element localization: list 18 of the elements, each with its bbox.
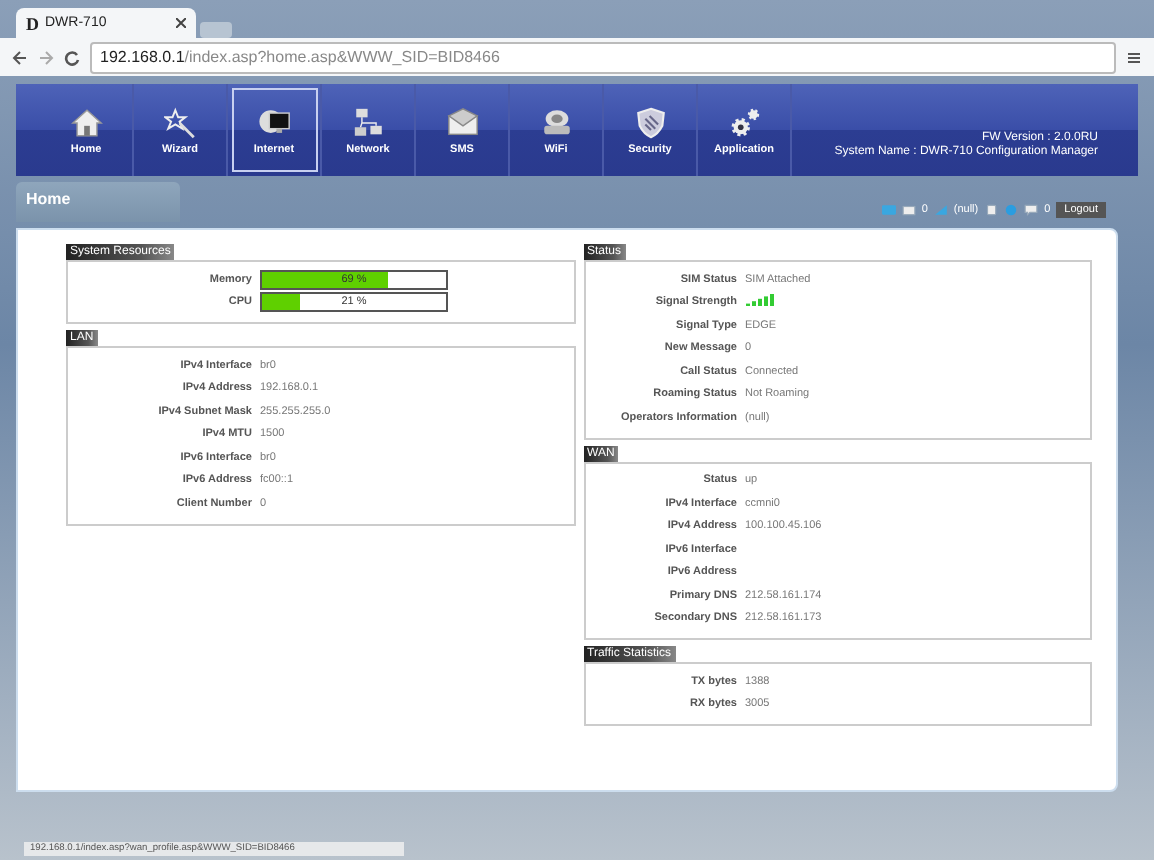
shield-icon <box>633 105 667 139</box>
address-field[interactable]: 192.168.0.1/index.asp?home.asp&WWW_SID=BID8466 <box>90 41 1116 73</box>
reload-icon[interactable] <box>64 49 80 65</box>
back-icon[interactable] <box>12 49 28 65</box>
wand-icon <box>163 105 197 139</box>
close-icon[interactable] <box>176 18 186 28</box>
gears-icon <box>727 105 761 139</box>
page-title: Home <box>16 182 180 222</box>
envelope-icon <box>445 105 479 139</box>
signal-icon <box>933 204 948 216</box>
router-icon <box>539 105 573 139</box>
network-icon <box>351 105 385 139</box>
chat-icon <box>1024 204 1039 216</box>
monitor-icon <box>257 105 291 139</box>
tab-logo: D <box>26 13 39 33</box>
home-icon <box>69 105 103 139</box>
signal-bars-icon <box>745 293 773 308</box>
menu-icon[interactable] <box>1126 49 1142 65</box>
